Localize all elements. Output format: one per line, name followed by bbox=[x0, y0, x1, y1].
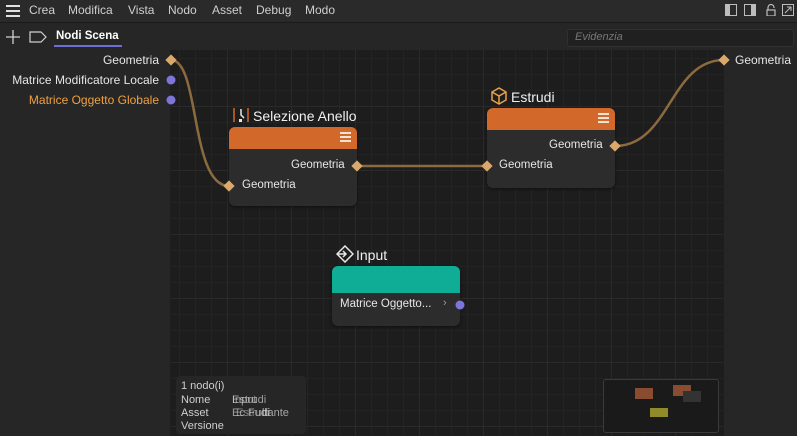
lock-icon[interactable] bbox=[765, 4, 777, 16]
node-estrudi-title: Estrudi bbox=[511, 89, 555, 105]
node-menu-icon[interactable] bbox=[340, 132, 351, 143]
left-port-matrice-locale-label: Matrice Modificatore Locale bbox=[12, 73, 159, 87]
left-port-geometria-label: Geometria bbox=[102, 53, 159, 67]
node-menu-icon[interactable] bbox=[598, 113, 609, 124]
chevron-right-icon[interactable]: › bbox=[443, 297, 447, 309]
add-icon[interactable] bbox=[5, 29, 21, 45]
node-input[interactable] bbox=[332, 266, 460, 326]
input-icon bbox=[336, 245, 354, 263]
menu-modifica[interactable]: Modifica bbox=[68, 3, 113, 17]
node-estrudi-output-label: Geometria bbox=[549, 139, 603, 151]
selection-ring-icon bbox=[233, 108, 249, 122]
info-name-value-b: Estrudi bbox=[232, 394, 267, 406]
node-input-output-label: Matrice Oggetto... bbox=[340, 298, 432, 310]
menu-modo[interactable]: Modo bbox=[305, 3, 335, 17]
node-selezione-anello-title: Selezione Anello bbox=[253, 108, 357, 124]
node-selezione-output-label: Geometria bbox=[291, 159, 345, 171]
node-estrudi-header[interactable] bbox=[487, 108, 615, 130]
left-port-matrice-globale-label: Matrice Oggetto Globale bbox=[28, 93, 159, 107]
menu-asset[interactable]: Asset bbox=[212, 3, 242, 17]
minimap-node-input bbox=[650, 408, 668, 417]
hamburger-menu-icon[interactable] bbox=[6, 5, 20, 17]
node-input-title: Input bbox=[356, 247, 388, 263]
minimap-viewport bbox=[683, 391, 701, 402]
extrude-cube-icon bbox=[491, 87, 507, 105]
output-ports-panel bbox=[724, 50, 797, 436]
tab-nodi-scena[interactable]: Nodi Scena bbox=[56, 30, 119, 42]
info-name-label: Nome bbox=[181, 394, 211, 406]
search-input[interactable]: Evidenzia bbox=[575, 31, 623, 43]
panel-left-icon[interactable] bbox=[725, 4, 737, 16]
right-port-geometria-label: Geometria bbox=[735, 53, 792, 67]
node-selezione-input-label: Geometria bbox=[242, 179, 296, 191]
expand-icon[interactable] bbox=[782, 4, 794, 16]
node-input-header[interactable] bbox=[332, 266, 460, 293]
minimap-node-selezione bbox=[635, 388, 653, 399]
menu-bar bbox=[0, 0, 797, 23]
panel-right-icon[interactable] bbox=[744, 4, 756, 16]
info-asset-label: Asset bbox=[181, 407, 209, 419]
menu-crea[interactable]: Crea bbox=[29, 3, 55, 17]
menu-debug[interactable]: Debug bbox=[256, 3, 291, 17]
info-version-label: Versione bbox=[181, 420, 224, 432]
menu-nodo[interactable]: Nodo bbox=[168, 3, 197, 17]
menu-vista[interactable]: Vista bbox=[128, 3, 154, 17]
input-ports-panel bbox=[0, 50, 170, 436]
minimap[interactable] bbox=[603, 379, 719, 433]
info-node-count: 1 nodo(i) bbox=[181, 380, 225, 392]
info-asset-value-c: ltante bbox=[262, 407, 289, 419]
node-estrudi-input-label: Geometria bbox=[499, 159, 553, 171]
tag-icon[interactable] bbox=[29, 31, 47, 43]
tab-active-indicator bbox=[54, 45, 122, 47]
node-selezione-anello-header[interactable] bbox=[229, 127, 357, 149]
